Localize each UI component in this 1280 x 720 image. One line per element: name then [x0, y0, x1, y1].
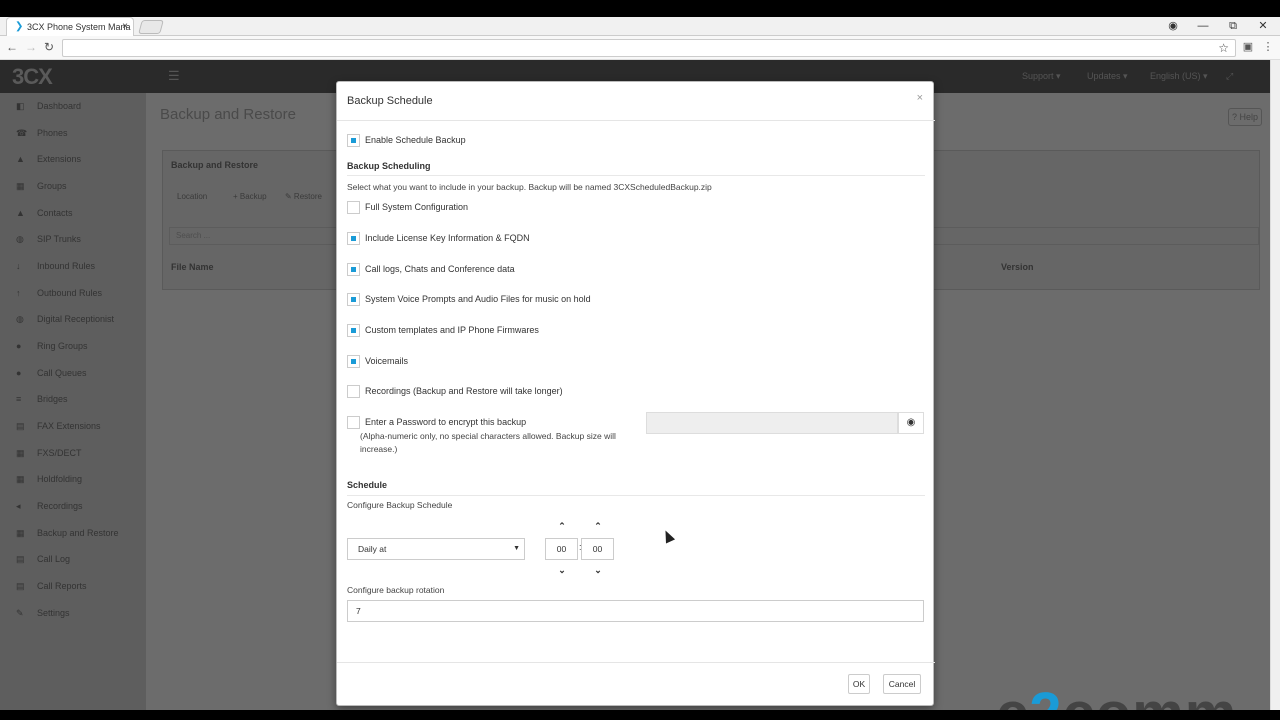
voice-prompts-checkbox[interactable] — [347, 293, 360, 306]
voicemails-checkbox[interactable] — [347, 355, 360, 368]
header-divider — [337, 120, 935, 121]
browser-tab[interactable]: ❯ 3CX Phone System Mana × — [6, 17, 134, 36]
reload-icon[interactable]: ↻ — [42, 40, 56, 54]
app-area: 3CX ☰ Support ▾ Updates ▾ English (US) ▾… — [0, 60, 1270, 710]
browser-tab-bar: ❯ 3CX Phone System Mana × — [0, 17, 1280, 36]
address-bar-row: ← → ↻ ☆ ▣ ⋮ — [0, 36, 1280, 60]
password-input[interactable] — [646, 412, 898, 434]
url-input[interactable]: ☆ — [62, 39, 1236, 57]
bookmark-star-icon[interactable]: ☆ — [1218, 40, 1229, 56]
select-value: Daily at — [358, 544, 387, 554]
section-divider — [347, 495, 925, 496]
call-logs-checkbox[interactable] — [347, 263, 360, 276]
page-scrollbar[interactable] — [1270, 60, 1280, 710]
tab-close-icon[interactable]: × — [122, 18, 128, 36]
back-icon[interactable]: ← — [5, 40, 19, 54]
minute-up-chevron-icon[interactable]: ⌃ — [592, 521, 604, 531]
option-label: Voicemails — [365, 356, 409, 366]
license-key-checkbox[interactable] — [347, 232, 360, 245]
section-backup-scheduling: Backup Scheduling — [347, 161, 431, 171]
scheduling-description: Select what you want to include in your … — [347, 182, 712, 192]
section-schedule: Schedule — [347, 480, 388, 490]
configure-schedule-label: Configure Backup Schedule — [347, 500, 453, 510]
option-label: Full System Configuration — [365, 202, 469, 212]
enable-schedule-checkbox[interactable] — [347, 134, 360, 147]
new-tab-button[interactable] — [138, 20, 164, 34]
eye-icon[interactable]: ◉ — [898, 412, 924, 434]
window-bottom-bar — [0, 710, 1280, 720]
hour-up-chevron-icon[interactable]: ⌃ — [556, 521, 568, 531]
dialog-title: Backup Schedule — [347, 95, 433, 107]
option-label: Call logs, Chats and Conference data — [365, 264, 515, 274]
c2comm-watermark-logo: c2comm — [996, 684, 1237, 711]
footer-divider — [337, 662, 935, 663]
option-label: Include License Key Information & FQDN — [365, 233, 530, 243]
forward-icon[interactable]: → — [24, 40, 38, 54]
rotation-input[interactable]: 7 — [347, 600, 924, 622]
schedule-frequency-select[interactable]: Daily at ▼ — [347, 538, 525, 560]
recordings-checkbox[interactable] — [347, 385, 360, 398]
password-checkbox[interactable] — [347, 416, 360, 429]
hour-down-chevron-icon[interactable]: ⌄ — [556, 565, 568, 575]
user-profile-icon[interactable]: ◉ — [1158, 17, 1188, 36]
custom-templates-checkbox[interactable] — [347, 324, 360, 337]
close-window-button[interactable]: ✕ — [1248, 17, 1278, 36]
option-label: Recordings (Backup and Restore will take… — [365, 386, 563, 396]
minimize-button[interactable]: — — [1188, 17, 1218, 36]
cancel-button[interactable]: Cancel — [883, 674, 921, 694]
section-divider — [347, 175, 925, 176]
backup-schedule-dialog: Backup Schedule × Enable Schedule Backup… — [336, 81, 935, 706]
ok-button[interactable]: OK — [848, 674, 870, 694]
password-note: (Alpha-numeric only, no special characte… — [360, 431, 616, 454]
extension-icon[interactable]: ▣ — [1242, 41, 1254, 53]
minute-down-chevron-icon[interactable]: ⌄ — [592, 565, 604, 575]
3cx-favicon-icon: ❯ — [15, 21, 24, 32]
hour-input[interactable]: 00 — [545, 538, 578, 560]
password-label: Enter a Password to encrypt this backup — [365, 417, 527, 427]
option-label: Custom templates and IP Phone Firmwares — [365, 325, 539, 335]
full-system-config-checkbox[interactable] — [347, 201, 360, 214]
enable-schedule-label: Enable Schedule Backup — [365, 135, 466, 145]
minute-input[interactable]: 00 — [581, 538, 614, 560]
tab-title: 3CX Phone System Mana — [27, 22, 131, 32]
rotation-label: Configure backup rotation — [347, 585, 445, 595]
window-top-bar — [0, 0, 1280, 17]
close-icon[interactable]: × — [917, 92, 923, 104]
caret-down-icon: ▼ — [513, 545, 520, 552]
option-label: System Voice Prompts and Audio Files for… — [365, 294, 591, 304]
menu-icon[interactable]: ⋮ — [1262, 41, 1274, 53]
maximize-button[interactable]: ⧉ — [1218, 17, 1248, 36]
